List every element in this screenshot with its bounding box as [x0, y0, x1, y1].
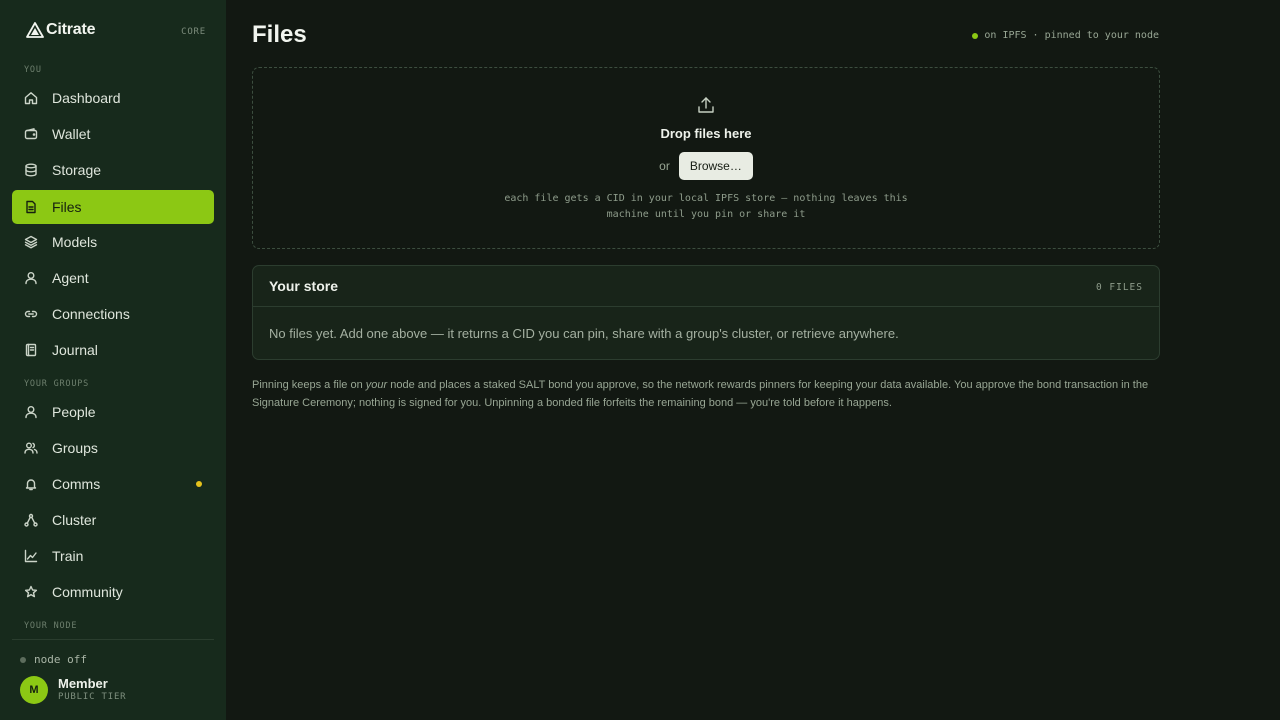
layers-icon — [24, 235, 38, 249]
user-icon — [24, 271, 38, 285]
link-icon — [24, 307, 38, 321]
home-icon — [24, 91, 38, 105]
member-tier: PUBLIC TIER — [58, 692, 127, 702]
person-icon — [24, 405, 38, 419]
dropzone-note-line-1: each file gets a CID in your local IPFS … — [504, 193, 908, 204]
sidebar-item-files[interactable]: Files — [12, 190, 214, 224]
sidebar-item-people[interactable]: People — [12, 395, 214, 429]
database-icon — [24, 163, 38, 177]
dropzone-title: Drop files here — [660, 126, 752, 141]
citrate-logo-icon — [26, 22, 44, 38]
file-count: 0 FILES — [1095, 282, 1143, 293]
sidebar-item-dashboard[interactable]: Dashboard — [12, 81, 214, 115]
cluster-icon — [24, 513, 38, 527]
sidebar-item-label: Agent — [52, 270, 89, 286]
sidebar-item-models[interactable]: Models — [12, 225, 214, 259]
pinning-info-emphasis: your — [365, 379, 388, 391]
browse-button[interactable]: Browse… — [678, 152, 753, 180]
sidebar-item-label: People — [52, 404, 96, 420]
sidebar-item-label: Groups — [52, 440, 98, 456]
sidebar: Citrate CORE YOU Dashboard Wallet Storag… — [0, 0, 226, 720]
sidebar-item-label: Connections — [52, 306, 130, 322]
member-name: Member — [58, 676, 108, 691]
sidebar-item-community[interactable]: Community — [12, 575, 214, 609]
journal-icon — [24, 343, 38, 357]
or-label: or — [659, 159, 670, 173]
star-icon — [24, 585, 38, 599]
sidebar-item-label: Wallet — [52, 126, 91, 142]
section-label-you: YOU — [24, 65, 42, 75]
sidebar-item-label: Community — [52, 584, 123, 600]
sidebar-item-journal[interactable]: Journal — [12, 333, 214, 367]
page-title: Files — [252, 21, 307, 48]
sidebar-item-label: Storage — [52, 162, 102, 178]
sidebar-item-comms[interactable]: Comms — [12, 467, 214, 501]
sidebar-item-label: Journal — [52, 342, 98, 358]
node-status-dot — [20, 656, 26, 663]
sidebar-item-train[interactable]: Train — [12, 539, 214, 573]
sidebar-item-agent[interactable]: Agent — [12, 261, 214, 295]
sidebar-item-connections[interactable]: Connections — [12, 297, 214, 331]
ipfs-status-label: on IPFS · pinned to your node — [984, 30, 1159, 41]
sidebar-item-label: Files — [52, 199, 82, 215]
pinning-info-part-2: node and places a staked SALT bond you a… — [252, 379, 1149, 409]
ipfs-status: on IPFS · pinned to your node — [972, 30, 1159, 41]
chart-icon — [24, 549, 38, 563]
pinning-info: Pinning keeps a file on your node and pl… — [252, 376, 1164, 412]
ipfs-status-dot — [972, 32, 979, 39]
sidebar-item-groups[interactable]: Groups — [12, 431, 214, 465]
node-status-label: node off — [34, 653, 87, 666]
sidebar-item-label: Dashboard — [52, 90, 121, 106]
sidebar-item-storage[interactable]: Storage — [12, 153, 214, 187]
store-header: Your store 0 FILES — [253, 266, 1159, 307]
section-label-node: YOUR NODE — [24, 621, 78, 631]
file-dropzone[interactable]: Drop files here or Browse… each file get… — [252, 67, 1160, 249]
dropzone-note: each file gets a CID in your local IPFS … — [453, 191, 959, 223]
sidebar-item-wallet[interactable]: Wallet — [12, 117, 214, 151]
sidebar-item-label: Comms — [52, 476, 101, 492]
sidebar-item-label: Cluster — [52, 512, 97, 528]
brand-logo[interactable]: Citrate — [26, 21, 95, 39]
pinning-info-part-1: Pinning keeps a file on — [252, 379, 366, 391]
browse-row: or Browse… — [253, 152, 1159, 180]
upload-icon — [697, 96, 715, 114]
users-icon — [24, 441, 38, 455]
notification-dot — [196, 481, 202, 487]
brand-name: Citrate — [46, 21, 96, 38]
bell-icon — [24, 477, 38, 491]
sidebar-item-label: Train — [52, 548, 84, 564]
store-card: Your store 0 FILES No files yet. Add one… — [252, 265, 1160, 360]
node-status[interactable]: node off — [20, 653, 87, 666]
file-icon — [24, 200, 38, 214]
empty-state-message: No files yet. Add one above — it returns… — [269, 326, 899, 341]
sidebar-item-label: Models — [52, 234, 98, 250]
dropzone-note-line-2: machine until you pin or share it — [606, 209, 806, 220]
sidebar-divider — [12, 639, 214, 640]
sidebar-item-cluster[interactable]: Cluster — [12, 503, 214, 537]
wallet-icon — [24, 127, 38, 141]
tier-tag: CORE — [181, 27, 206, 37]
section-label-groups: YOUR GROUPS — [24, 379, 90, 389]
avatar[interactable]: M — [20, 676, 48, 704]
store-title: Your store — [269, 278, 338, 294]
